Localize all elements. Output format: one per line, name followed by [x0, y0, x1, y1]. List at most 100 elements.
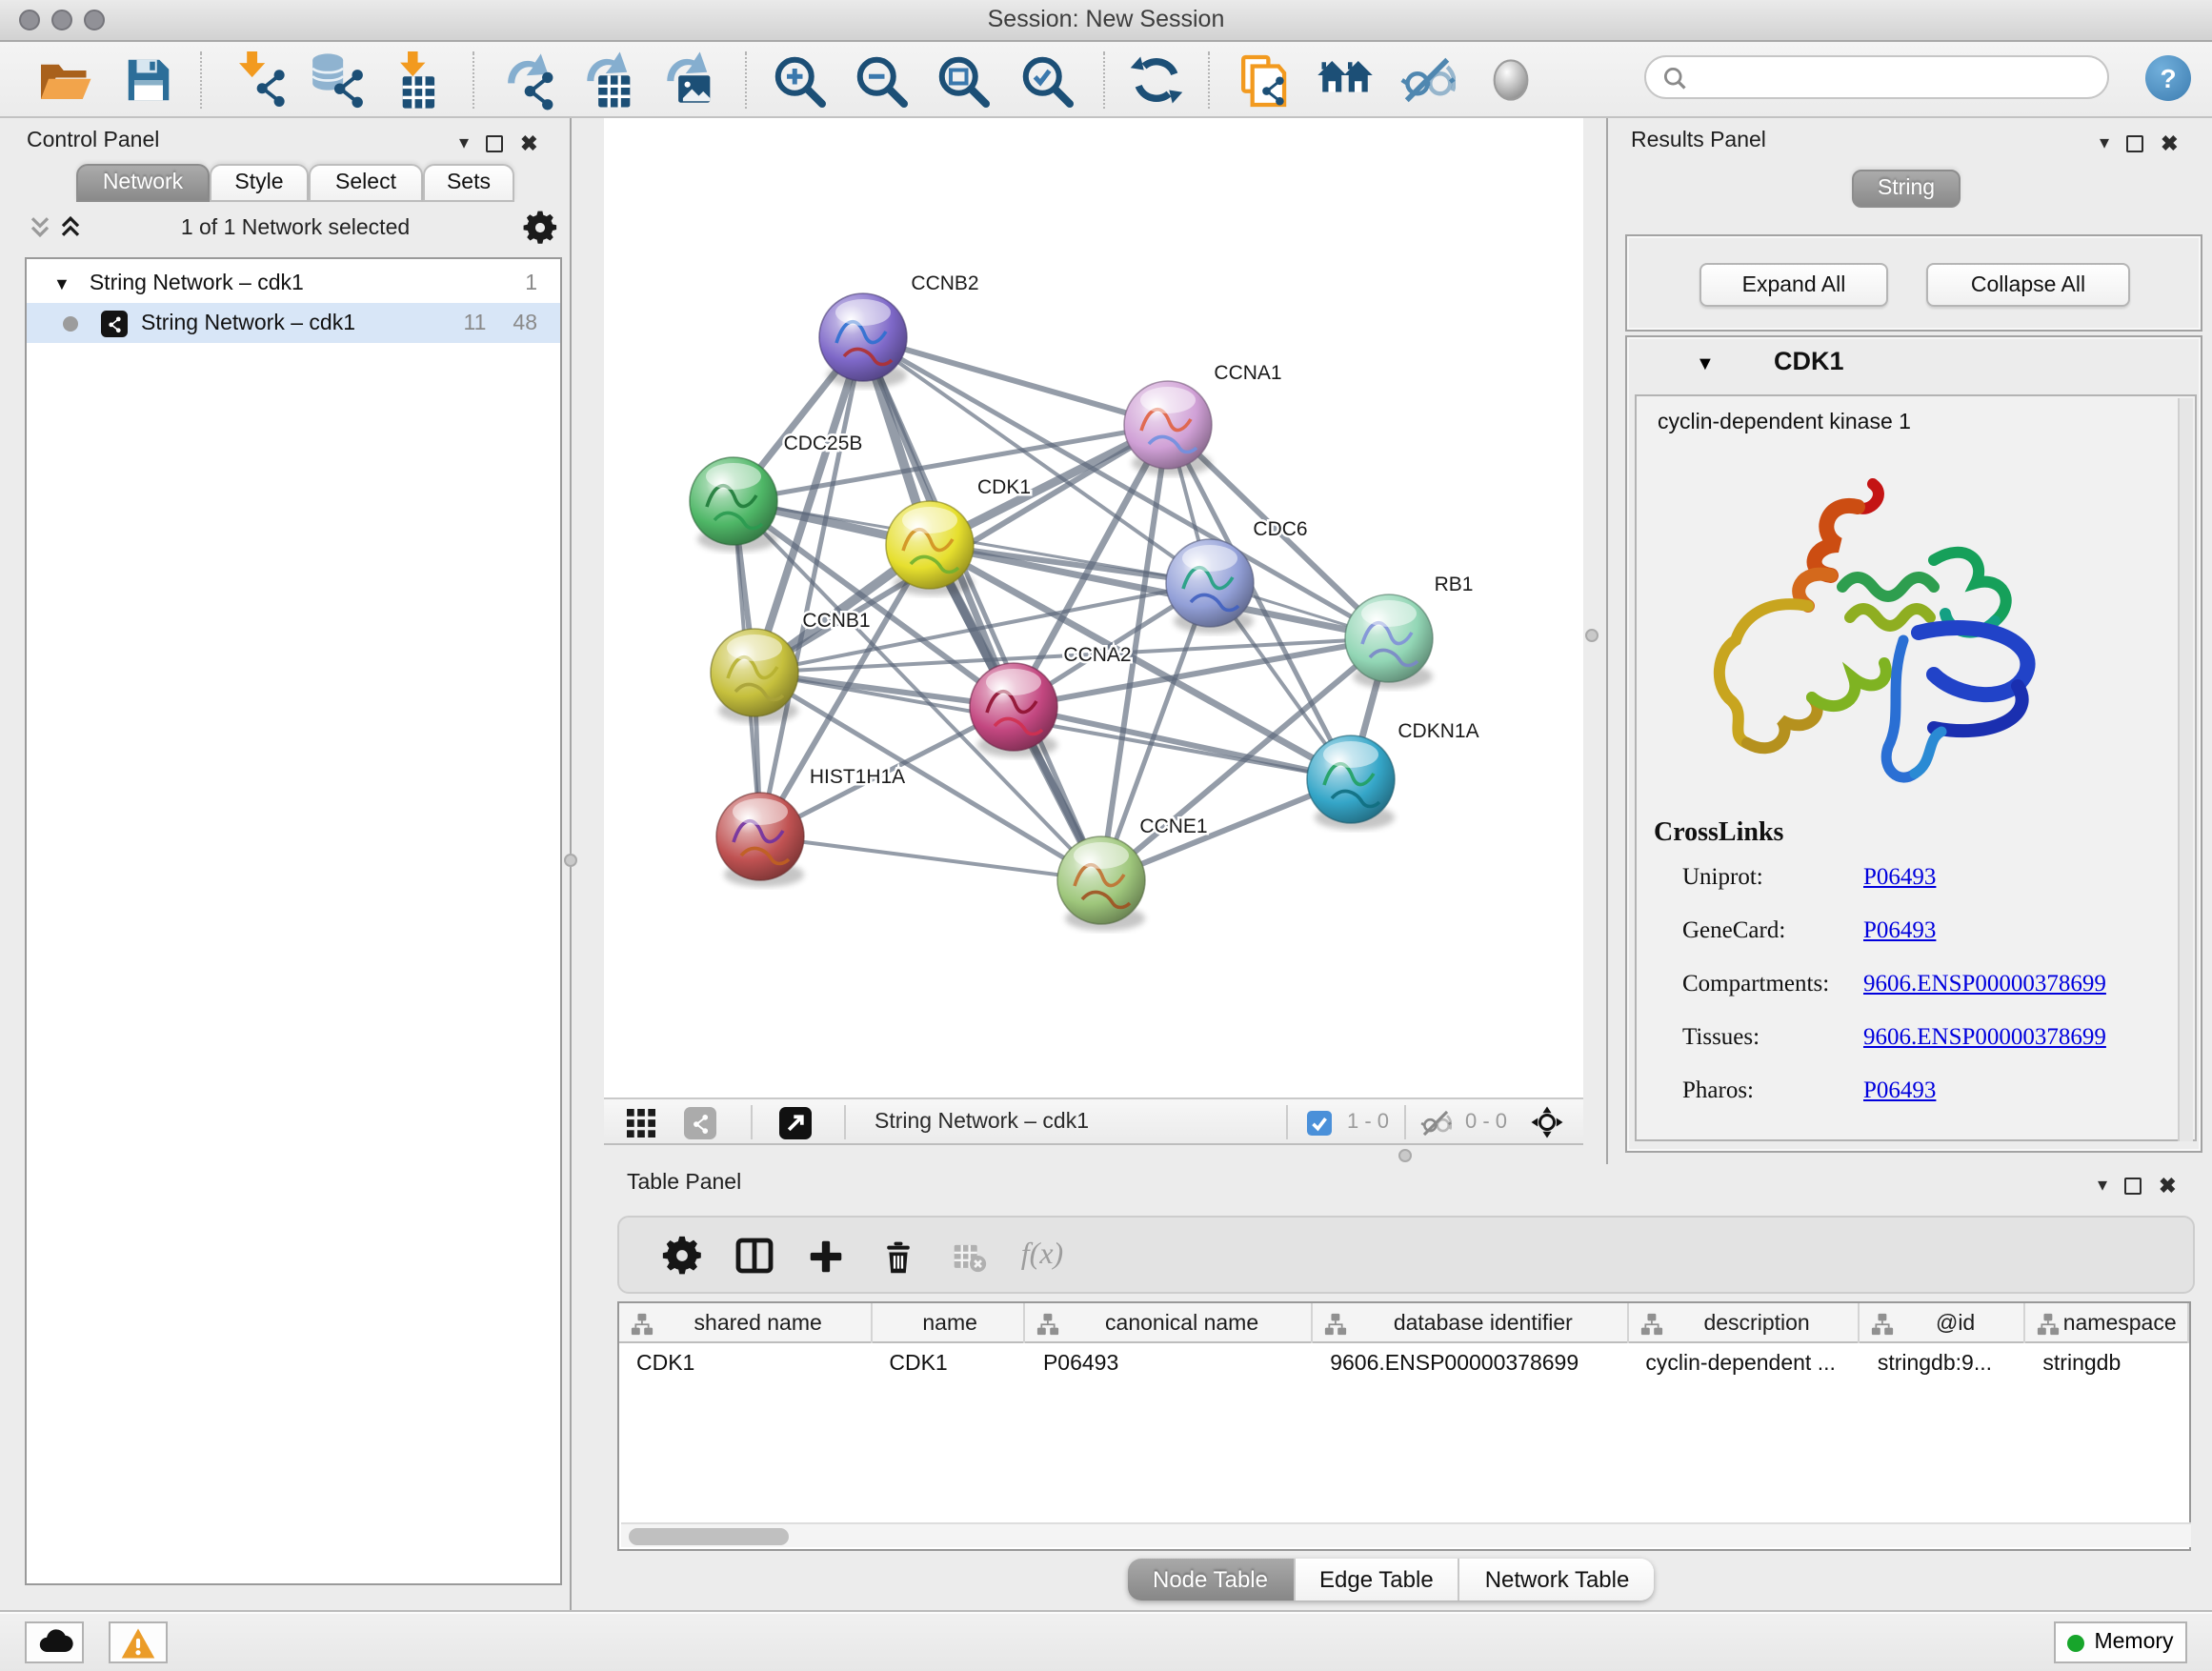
float-panel-icon[interactable] — [2124, 1177, 2142, 1194]
crosslink-value-link[interactable]: P06493 — [1863, 1077, 1936, 1105]
column-header-description[interactable]: description — [1628, 1303, 1860, 1343]
column-header-canonical-name[interactable]: canonical name — [1026, 1303, 1313, 1343]
table-cell[interactable]: stringdb:9... — [1860, 1343, 2026, 1383]
save-session-icon[interactable] — [114, 48, 183, 112]
cloud-icon[interactable] — [25, 1621, 84, 1663]
tree-expander-icon[interactable]: ▼ — [53, 273, 70, 292]
hide-glasses-icon[interactable] — [1393, 48, 1461, 112]
table-cell[interactable]: 9606.ENSP00000378699 — [1313, 1343, 1628, 1383]
grid-view-icon[interactable] — [627, 1103, 655, 1141]
crosslink-value-link[interactable]: 9606.ENSP00000378699 — [1863, 970, 2106, 998]
homes-icon[interactable] — [1311, 48, 1379, 112]
entry-expander-icon[interactable]: ▼ — [1696, 354, 1715, 375]
tab-sets[interactable]: Sets — [423, 164, 514, 202]
crosslink-value-link[interactable]: P06493 — [1863, 863, 1936, 892]
collapse-all-button[interactable]: Collapse All — [1926, 263, 2130, 307]
tab-network-table[interactable]: Network Table — [1460, 1559, 1655, 1601]
help-icon[interactable]: ? — [2145, 55, 2191, 101]
copy-document-icon[interactable] — [1231, 48, 1299, 112]
zoom-in-icon[interactable] — [764, 48, 833, 112]
expand-all-button[interactable]: Expand All — [1699, 263, 1888, 307]
title-bar[interactable]: Session: New Session — [0, 0, 2212, 42]
network-edge[interactable] — [760, 836, 1101, 880]
open-session-icon[interactable] — [30, 48, 99, 112]
tab-style[interactable]: Style — [210, 164, 309, 202]
close-panel-icon[interactable]: ✖ — [2159, 1173, 2176, 1198]
column-header-name[interactable]: name — [872, 1303, 1026, 1343]
delete-column-icon[interactable] — [865, 1225, 930, 1286]
network-node-HIST1H1A[interactable]: HIST1H1A — [716, 766, 905, 887]
gear-icon[interactable] — [522, 210, 558, 255]
table-cell[interactable]: stringdb — [2025, 1343, 2189, 1383]
network-collection-row[interactable]: ▼ String Network – cdk1 1 — [27, 263, 560, 303]
search-input[interactable] — [1696, 61, 2096, 95]
column-header-namespace[interactable]: namespace — [2025, 1303, 2189, 1343]
table-cell[interactable]: CDK1 — [872, 1343, 1026, 1383]
float-panel-icon[interactable] — [486, 134, 503, 151]
zoom-out-icon[interactable] — [846, 48, 915, 112]
memory-button[interactable]: Memory — [2054, 1621, 2187, 1663]
import-database-icon[interactable] — [303, 48, 372, 112]
splitter-handle[interactable] — [564, 854, 577, 867]
network-canvas[interactable]: CCNB2CCNA1CDC25BCDK1CDC6RB1CCNB1CCNA2CDK… — [604, 118, 1583, 1097]
table-tabs: Node TableEdge TableNetwork Table — [1128, 1559, 1654, 1601]
table-cell[interactable]: CDK1 — [619, 1343, 872, 1383]
collapse-panel-icon[interactable]: ▾ — [2100, 132, 2109, 153]
tab-select[interactable]: Select — [309, 164, 423, 202]
column-header-database-identifier[interactable]: database identifier — [1313, 1303, 1628, 1343]
table-settings-gear-icon[interactable] — [650, 1225, 714, 1286]
network-edge[interactable] — [1014, 707, 1351, 779]
network-node-CCNA1[interactable]: CCNA1 — [1124, 362, 1282, 475]
tab-node-table[interactable]: Node Table — [1128, 1559, 1295, 1601]
collapse-panel-icon[interactable]: ▾ — [2098, 1175, 2107, 1196]
import-network-icon[interactable] — [227, 48, 295, 112]
toolbar-separator — [1208, 51, 1210, 109]
refresh-layout-icon[interactable] — [1122, 48, 1191, 112]
show-columns-icon[interactable] — [722, 1225, 787, 1286]
table-cell[interactable]: P06493 — [1026, 1343, 1313, 1383]
splitter-handle[interactable] — [1398, 1149, 1412, 1162]
eye-orb-icon[interactable] — [1477, 48, 1545, 112]
splitter-handle[interactable] — [1585, 629, 1599, 642]
table-cell[interactable]: cyclin-dependent ... — [1628, 1343, 1860, 1383]
scrollbar-thumb[interactable] — [629, 1528, 789, 1545]
horizontal-scrollbar[interactable] — [621, 1522, 2191, 1547]
export-image-icon[interactable] — [655, 48, 724, 112]
close-panel-icon[interactable]: ✖ — [520, 131, 537, 155]
warning-icon[interactable] — [109, 1621, 168, 1663]
export-table-icon[interactable] — [575, 48, 644, 112]
network-row[interactable]: String Network – cdk1 11 48 — [27, 303, 560, 343]
zoom-selected-icon[interactable] — [1012, 48, 1080, 112]
detach-view-icon[interactable] — [779, 1103, 812, 1141]
collapse-panel-icon[interactable]: ▾ — [459, 132, 469, 153]
column-header-id[interactable]: @id — [1860, 1303, 2026, 1343]
network-edge[interactable] — [863, 337, 1168, 425]
search-box[interactable] — [1644, 55, 2109, 99]
chevron-double-up-icon[interactable] — [59, 213, 82, 248]
import-table-icon[interactable] — [381, 48, 450, 112]
attribute-tree-icon — [1639, 1312, 1662, 1335]
selected-checkbox-icon[interactable] — [1307, 1103, 1332, 1141]
network-node-CDKN1A[interactable]: CDKN1A — [1307, 720, 1479, 830]
float-panel-icon[interactable] — [2126, 134, 2143, 151]
vertical-scrollbar[interactable] — [2178, 398, 2193, 1141]
hidden-eye-slash-icon[interactable] — [1419, 1103, 1452, 1141]
network-node-CCNB2[interactable]: CCNB2 — [819, 272, 979, 388]
network-share-gray-icon[interactable] — [684, 1103, 716, 1141]
birds-eye-icon[interactable] — [1530, 1103, 1564, 1141]
crosslink-value-link[interactable]: P06493 — [1863, 916, 1936, 945]
chevron-double-down-icon[interactable] — [29, 213, 51, 248]
crosslink-value-link[interactable]: 9606.ENSP00000378699 — [1863, 1023, 2106, 1052]
tab-edge-table[interactable]: Edge Table — [1295, 1559, 1460, 1601]
tab-network[interactable]: Network — [76, 164, 210, 202]
close-panel-icon[interactable]: ✖ — [2161, 131, 2178, 155]
export-network-icon[interactable] — [495, 48, 564, 112]
zoom-fit-icon[interactable] — [928, 48, 996, 112]
add-column-icon[interactable] — [793, 1225, 857, 1286]
control-panel-title: Control Panel — [27, 130, 159, 152]
network-node-RB1[interactable]: RB1 — [1345, 574, 1473, 689]
table-row[interactable]: CDK1CDK1P064939606.ENSP00000378699cyclin… — [619, 1343, 2189, 1383]
tab-string[interactable]: String — [1852, 170, 1961, 208]
column-header-shared-name[interactable]: shared name — [619, 1303, 872, 1343]
network-node-CDK1[interactable]: CDK1 — [886, 476, 1031, 595]
